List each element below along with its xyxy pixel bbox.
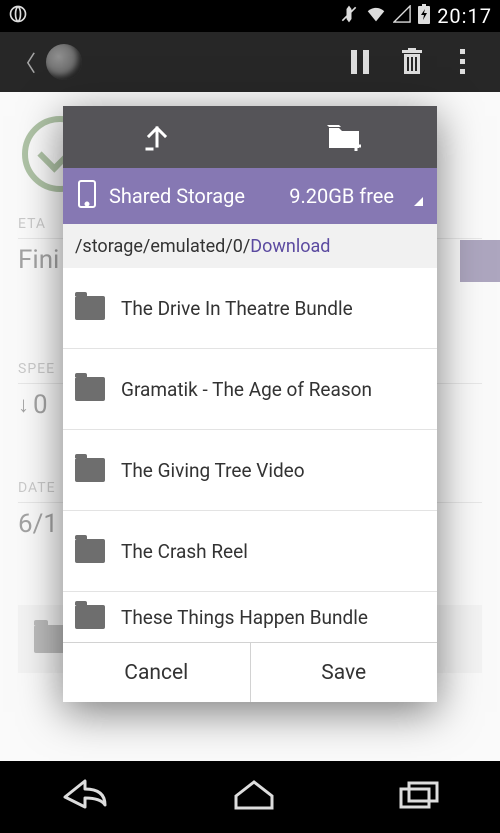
status-bar: 20:17 xyxy=(0,0,500,32)
cancel-button[interactable]: Cancel xyxy=(63,643,251,702)
path-leaf: Download xyxy=(250,236,330,257)
phone-icon xyxy=(77,179,97,214)
dialog-toolbar xyxy=(63,106,437,168)
path-prefix: /storage/emulated/0/ xyxy=(75,236,250,257)
cell-signal-icon xyxy=(393,5,411,28)
new-folder-button[interactable] xyxy=(250,106,437,168)
list-item[interactable]: These Things Happen Bundle xyxy=(63,592,437,642)
app-notification-icon xyxy=(8,4,28,29)
wifi-icon xyxy=(365,4,387,29)
list-item[interactable]: The Crash Reel xyxy=(63,511,437,592)
folder-name: The Giving Tree Video xyxy=(121,459,305,482)
nav-back-button[interactable] xyxy=(59,777,111,817)
storage-name: Shared Storage xyxy=(109,184,277,208)
nav-recents-button[interactable] xyxy=(397,779,441,815)
nav-bar xyxy=(0,761,500,833)
back-caret-icon[interactable]: 〈 xyxy=(14,46,36,78)
folder-icon xyxy=(75,458,105,482)
folder-icon xyxy=(75,539,105,563)
action-bar: 〈 xyxy=(0,32,500,92)
delete-button[interactable] xyxy=(390,40,434,84)
clock: 20:17 xyxy=(437,4,492,28)
pause-button[interactable] xyxy=(338,40,382,84)
save-button[interactable]: Save xyxy=(251,643,438,702)
folder-picker-dialog: Shared Storage 9.20GB free /storage/emul… xyxy=(63,106,437,702)
purple-accent-strip xyxy=(460,240,500,282)
folder-list[interactable]: The Drive In Theatre Bundle Gramatik - T… xyxy=(63,268,437,642)
up-folder-button[interactable] xyxy=(63,106,250,168)
list-item[interactable]: Gramatik - The Age of Reason xyxy=(63,349,437,430)
download-arrow-icon: ↓ xyxy=(18,392,29,418)
folder-name: The Drive In Theatre Bundle xyxy=(121,297,353,320)
list-item[interactable]: The Giving Tree Video xyxy=(63,430,437,511)
folder-icon xyxy=(75,377,105,401)
app-logo[interactable] xyxy=(46,44,82,80)
folder-name: These Things Happen Bundle xyxy=(121,606,368,629)
folder-icon xyxy=(75,296,105,320)
dialog-buttons: Cancel Save xyxy=(63,642,437,702)
current-path: /storage/emulated/0/Download xyxy=(63,224,437,268)
storage-free: 9.20GB free xyxy=(289,184,394,208)
battery-charging-icon xyxy=(417,4,431,29)
spinner-triangle-icon xyxy=(414,197,423,206)
folder-name: The Crash Reel xyxy=(121,540,248,563)
mute-icon xyxy=(339,4,359,29)
nav-home-button[interactable] xyxy=(230,778,278,816)
storage-selector[interactable]: Shared Storage 9.20GB free xyxy=(63,168,437,224)
list-item[interactable]: The Drive In Theatre Bundle xyxy=(63,268,437,349)
overflow-menu-button[interactable] xyxy=(442,40,486,84)
folder-icon xyxy=(75,605,105,629)
folder-name: Gramatik - The Age of Reason xyxy=(121,378,372,401)
